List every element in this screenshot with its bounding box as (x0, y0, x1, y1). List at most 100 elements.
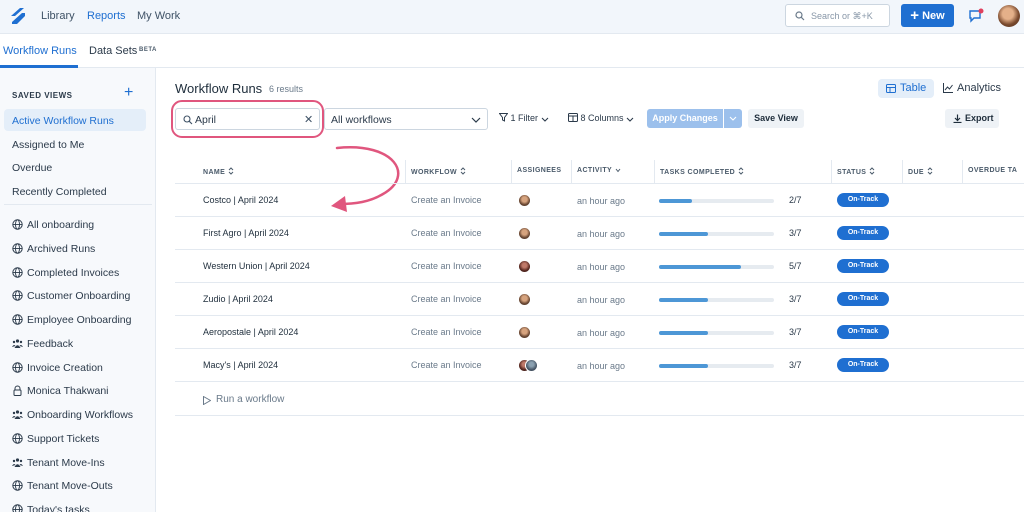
status-badge: On-Track (837, 193, 889, 207)
sidebar-item-archived-runs[interactable]: Archived Runs (12, 243, 95, 255)
table-row[interactable]: Western Union | April 2024 Create an Invo… (175, 250, 1024, 283)
sidebar-item-tenant-move-outs[interactable]: Tenant Move-Outs (12, 480, 113, 492)
globe-icon (12, 290, 23, 301)
add-view-icon[interactable]: + (124, 85, 133, 101)
export-label: Export (965, 113, 994, 123)
run-name[interactable]: Macy's | April 2024 (203, 360, 278, 370)
column-header-status[interactable]: STATUS (837, 167, 875, 176)
saved-view-active-workflow-runs[interactable]: Active Workflow Runs (12, 115, 114, 127)
column-divider (654, 160, 655, 184)
run-name[interactable]: Western Union | April 2024 (203, 261, 310, 271)
tasks-progress-bar (659, 364, 774, 368)
run-workflow[interactable]: Create an Invoice (411, 360, 482, 370)
run-name[interactable]: Costco | April 2024 (203, 195, 278, 205)
group-icon (12, 338, 23, 349)
column-header-label: STATUS (837, 169, 867, 176)
sidebar-item-onboarding-workflows[interactable]: Onboarding Workflows (12, 409, 133, 421)
sort-icon (735, 167, 744, 176)
assignee-avatar[interactable] (518, 293, 531, 306)
new-button[interactable]: + New (901, 4, 954, 27)
columns-label: 8 Columns (580, 113, 624, 123)
sidebar-item-invoice-creation[interactable]: Invoice Creation (12, 362, 103, 374)
sidebar-item-feedback[interactable]: Feedback (12, 338, 73, 350)
run-workflow[interactable]: Create an Invoice (411, 261, 482, 271)
tasks-progress-fill (659, 265, 742, 269)
column-header-label: WORKFLOW (411, 169, 457, 176)
sort-desc-icon (612, 167, 621, 174)
assignee-avatar[interactable] (518, 194, 531, 207)
tab-workflow-runs[interactable]: Workflow Runs (3, 45, 77, 57)
column-divider (831, 160, 832, 184)
apply-options-button[interactable] (724, 109, 742, 128)
columns-button[interactable]: 8 Columns (568, 113, 634, 123)
tasks-progress-fill (659, 199, 692, 203)
sidebar-item-support-tickets[interactable]: Support Tickets (12, 433, 99, 445)
column-header-overdue-ta[interactable]: OVERDUE TA (968, 167, 1017, 174)
sidebar-item-label: Today's tasks (27, 504, 90, 512)
table-row[interactable]: Macy's | April 2024 Create an Invoice an h… (175, 349, 1024, 382)
download-icon (953, 114, 962, 123)
table-row[interactable]: Zudio | April 2024 Create an Invoice an ho… (175, 283, 1024, 316)
globe-icon (12, 219, 23, 230)
run-name[interactable]: Aeropostale | April 2024 (203, 327, 298, 337)
saved-view-assigned-to-me[interactable]: Assigned to Me (12, 139, 84, 151)
column-header-name[interactable]: NAME (203, 167, 234, 176)
app-logo-icon[interactable] (8, 6, 28, 26)
sidebar-item-tenant-move-ins[interactable]: Tenant Move-Ins (12, 457, 105, 469)
export-button[interactable]: Export (945, 109, 999, 128)
view-table-button[interactable]: Table (878, 79, 934, 98)
sidebar-item-label: Support Tickets (27, 433, 100, 445)
globe-icon (12, 504, 23, 512)
run-activity: an hour ago (577, 328, 626, 338)
run-name[interactable]: Zudio | April 2024 (203, 294, 273, 304)
save-view-button[interactable]: Save View (748, 109, 804, 128)
run-workflow[interactable]: Create an Invoice (411, 228, 482, 238)
workflow-select[interactable]: All workflows (324, 108, 488, 130)
table-row[interactable]: Aeropostale | April 2024 Create an Invoic… (175, 316, 1024, 349)
run-workflow[interactable]: Create an Invoice (411, 327, 482, 337)
tasks-progress-fill (659, 364, 709, 368)
globe-icon (12, 480, 23, 491)
global-search-input[interactable]: Search or ⌘+K (785, 4, 890, 27)
filter-button[interactable]: 1 Filter (498, 113, 549, 123)
run-workflow[interactable]: Create an Invoice (411, 195, 482, 205)
sidebar-item-today-s-tasks[interactable]: Today's tasks (12, 504, 90, 512)
nav-reports[interactable]: Reports (87, 10, 126, 22)
table-row[interactable]: First Agro | April 2024 Create an Invoice… (175, 217, 1024, 250)
column-header-workflow[interactable]: WORKFLOW (411, 167, 466, 176)
assignee-avatar[interactable] (518, 260, 531, 273)
column-header-assignees[interactable]: ASSIGNEES (517, 167, 561, 174)
tasks-progress-bar (659, 265, 774, 269)
sort-icon (457, 167, 466, 176)
assignee-avatar[interactable] (525, 359, 538, 372)
sidebar-item-employee-onboarding[interactable]: Employee Onboarding (12, 314, 131, 326)
page-title: Workflow Runs (175, 81, 263, 96)
chat-notification-icon[interactable] (968, 8, 984, 24)
assignee-avatar[interactable] (518, 326, 531, 339)
assignee-avatar[interactable] (518, 227, 531, 240)
tasks-count: 3/7 (789, 360, 802, 370)
sidebar-item-completed-invoices[interactable]: Completed Invoices (12, 267, 119, 279)
run-workflow-link[interactable]: Run a workflow (203, 394, 284, 405)
sidebar-item-customer-onboarding[interactable]: Customer Onboarding (12, 290, 130, 302)
column-header-due[interactable]: DUE (908, 167, 933, 176)
run-workflow-label: Run a workflow (216, 394, 285, 405)
column-header-tasks-completed[interactable]: TASKS COMPLETED (660, 167, 744, 176)
saved-view-recently-completed[interactable]: Recently Completed (12, 186, 107, 198)
table-row[interactable]: Costco | April 2024 Create an Invoice an h… (175, 184, 1024, 217)
tab-data-sets[interactable]: Data Sets (89, 45, 137, 57)
sidebar-item-monica-thakwani[interactable]: Monica Thakwani (12, 385, 109, 397)
nav-library[interactable]: Library (41, 10, 75, 22)
sidebar-item-all-onboarding[interactable]: All onboarding (12, 219, 94, 231)
user-avatar[interactable] (998, 5, 1020, 27)
nav-my-work[interactable]: My Work (137, 10, 180, 22)
run-workflow[interactable]: Create an Invoice (411, 294, 482, 304)
run-name[interactable]: First Agro | April 2024 (203, 228, 289, 238)
column-divider (571, 160, 572, 184)
apply-changes-button[interactable]: Apply Changes (647, 109, 723, 128)
column-header-activity[interactable]: ACTIVITY (577, 167, 621, 174)
view-analytics-button[interactable]: Analytics (943, 82, 1001, 94)
saved-view-overdue[interactable]: Overdue (12, 162, 52, 174)
sidebar-item-label: Monica Thakwani (27, 385, 109, 397)
tasks-progress-bar (659, 298, 774, 302)
